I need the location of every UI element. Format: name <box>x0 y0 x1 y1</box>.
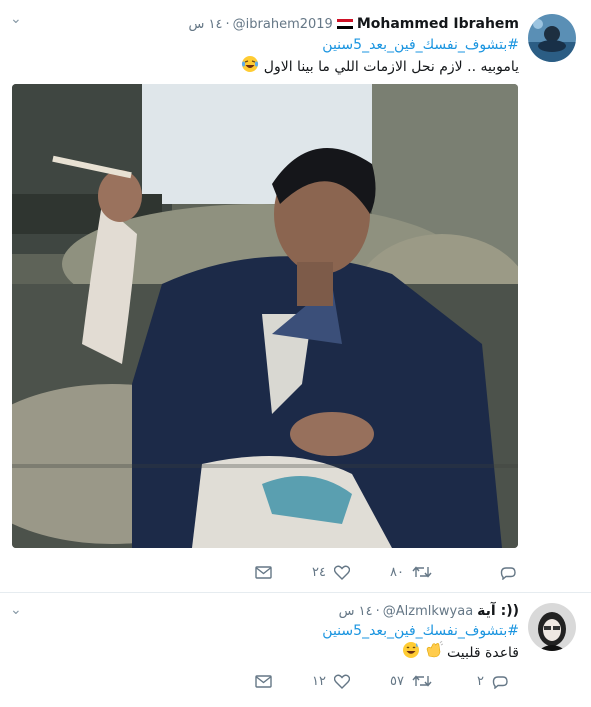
heart-icon <box>333 565 350 580</box>
tweet-text: ياموبيه .. لازم نحل الازمات اللي ما بينا… <box>241 55 519 79</box>
retweet-button[interactable]: ٥٧ <box>390 671 432 691</box>
like-button[interactable]: ٢٤ <box>312 562 350 582</box>
user-handle[interactable]: @Alzmlkwyaa <box>383 604 473 619</box>
retweet-icon <box>412 566 432 578</box>
tweet-timestamp[interactable]: ١٤ س <box>189 17 223 32</box>
reply-button[interactable]: ٢ <box>477 671 508 691</box>
chevron-down-icon[interactable]: ⌄ <box>10 12 22 26</box>
tweet-actions: ١٢ ٥٧ ٢ <box>255 671 520 691</box>
retweet-count: ٥٧ <box>390 673 404 689</box>
envelope-icon <box>255 565 272 579</box>
egypt-flag-icon <box>336 18 353 30</box>
hashtag-link[interactable]: #بتشوف_نفسك_فين_بعد_5سنين <box>322 37 519 53</box>
direct-message-button[interactable] <box>255 671 272 691</box>
tweet[interactable]: ⌄ ١٤ س · @Alzmlkwyaa آية :)) #بتشوف_نفسك… <box>0 593 591 707</box>
retweet-button[interactable]: ٨٠ <box>390 562 432 582</box>
tweet-header: ١٤ س · @ibrahem2019 Mohammed Ibrahem <box>188 16 519 32</box>
chevron-down-icon[interactable]: ⌄ <box>10 603 22 617</box>
tweet-text-body: ياموبيه .. لازم نحل الازمات اللي ما بينا… <box>263 59 519 75</box>
user-handle[interactable]: @ibrahem2019 <box>233 17 333 32</box>
like-count: ٢٤ <box>312 564 326 580</box>
like-button[interactable]: ١٢ <box>312 671 350 691</box>
sweat-smile-emoji-icon <box>402 641 420 665</box>
avatar[interactable] <box>528 603 576 651</box>
heart-icon <box>333 674 350 689</box>
reply-icon <box>492 675 508 689</box>
tweet-header: ١٤ س · @Alzmlkwyaa آية :)) <box>338 603 519 619</box>
envelope-icon <box>255 674 272 688</box>
tweet-photo[interactable] <box>12 84 518 548</box>
reply-count: ٢ <box>477 673 484 689</box>
hashtag-link[interactable]: #بتشوف_نفسك_فين_بعد_5سنين <box>322 623 519 639</box>
tweet-hashtag-line: #بتشوف_نفسك_فين_بعد_5سنين <box>322 621 519 641</box>
laughing-tears-emoji-icon <box>241 55 259 79</box>
tweet-text: قاعدة قلبيت <box>402 640 519 665</box>
tweet-actions: ٢٤ ٨٠ <box>255 562 520 582</box>
display-name[interactable]: Mohammed Ibrahem <box>357 16 519 32</box>
avatar[interactable] <box>528 14 576 62</box>
retweet-icon <box>412 675 432 687</box>
tweet-text-body: قاعدة قلبيت <box>447 645 519 661</box>
tweet-timestamp[interactable]: ١٤ س <box>339 604 373 619</box>
like-count: ١٢ <box>312 673 326 689</box>
tweet-hashtag-line: #بتشوف_نفسك_فين_بعد_5سنين <box>322 35 519 55</box>
clapping-hands-emoji-icon <box>425 640 443 665</box>
direct-message-button[interactable] <box>255 562 272 582</box>
reply-button[interactable] <box>500 562 516 582</box>
retweet-count: ٨٠ <box>390 564 404 580</box>
reply-icon <box>500 566 516 580</box>
display-name[interactable]: آية :)) <box>477 603 519 619</box>
tweet[interactable]: ⌄ ١٤ س · @ibrahem2019 Mohammed Ibrahem #… <box>0 0 591 593</box>
